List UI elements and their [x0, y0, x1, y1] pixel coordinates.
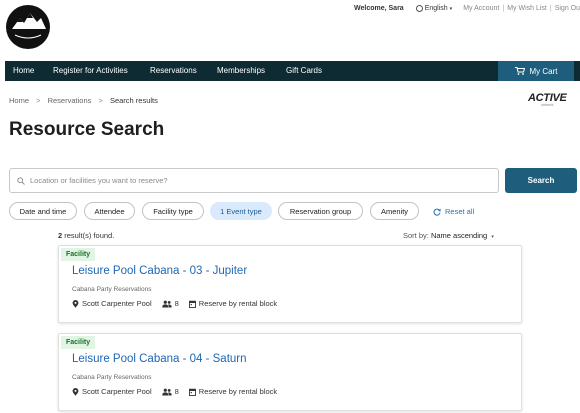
search-icon: [17, 176, 25, 185]
my-wish-list-link[interactable]: My Wish List: [507, 5, 547, 12]
result-title-link[interactable]: Leisure Pool Cabana - 03 - Jupiter: [72, 265, 247, 277]
filter-attendee[interactable]: Attendee: [84, 202, 135, 220]
caret-down-icon: ▾: [491, 234, 494, 240]
people-icon: [161, 388, 172, 395]
filter-amenity[interactable]: Amenity: [370, 202, 419, 220]
main-nav: Home Register for Activities Reservation…: [5, 61, 580, 81]
cart-icon: [514, 67, 525, 75]
my-cart-button[interactable]: My Cart: [498, 61, 574, 81]
calendar-icon: [188, 388, 196, 396]
sort-label: Sort by:: [403, 231, 429, 240]
filter-event-type[interactable]: 1 Event type: [210, 202, 272, 220]
people-icon: [161, 300, 172, 307]
nav-item-home[interactable]: Home: [13, 61, 34, 81]
language-selector[interactable]: English ▾: [415, 5, 453, 12]
language-label: English: [424, 5, 448, 12]
breadcrumb-current: Search results: [109, 96, 158, 105]
result-card: Facility Leisure Pool Cabana - 04 - Satu…: [58, 333, 522, 411]
result-meta: Scott Carpenter Pool 8 Reserve by rental…: [72, 387, 277, 396]
reset-all-label: Reset all: [445, 207, 475, 216]
results-number: 2: [58, 231, 63, 240]
breadcrumb-separator: >: [36, 96, 41, 105]
my-account-link[interactable]: My Account: [463, 5, 499, 12]
result-subtitle: Cabana Party Reservations: [72, 286, 152, 293]
breadcrumb-separator: >: [98, 96, 103, 105]
sort-selector[interactable]: Sort by: Name ascending ▾: [403, 231, 494, 240]
nav-item-gift-cards[interactable]: Gift Cards: [286, 61, 322, 81]
my-cart-label: My Cart: [529, 66, 558, 76]
welcome-text: Welcome, Sara: [354, 5, 404, 12]
city-logo[interactable]: [6, 5, 50, 49]
result-capacity: 8: [174, 299, 179, 308]
result-title-link[interactable]: Leisure Pool Cabana - 04 - Saturn: [72, 353, 247, 365]
results-count: 2 result(s) found.: [58, 231, 114, 240]
sign-out-link[interactable]: Sign Ou: [555, 5, 580, 12]
nav-item-memberships[interactable]: Memberships: [217, 61, 265, 81]
page-title: Resource Search: [9, 119, 165, 140]
result-location: Scott Carpenter Pool: [82, 299, 152, 308]
calendar-icon: [188, 300, 196, 308]
filter-date-and-time[interactable]: Date and time: [9, 202, 77, 220]
mountain-logo-icon: [12, 13, 46, 39]
reset-all-button[interactable]: Reset all: [433, 207, 474, 216]
top-bar: Welcome, Sara English ▾ My Account | My …: [0, 0, 580, 60]
divider: |: [549, 5, 552, 12]
filter-facility-type[interactable]: Facility type: [142, 202, 204, 220]
result-reserve-type: Reserve by rental block: [198, 299, 278, 308]
result-reserve-type: Reserve by rental block: [198, 387, 278, 396]
nav-item-reservations[interactable]: Reservations: [150, 61, 197, 81]
facility-tag: Facility: [61, 336, 96, 349]
search-box[interactable]: [9, 168, 499, 193]
utility-links: Welcome, Sara English ▾ My Account | My …: [354, 5, 580, 12]
active-network-logo: ACTIVE network: [528, 92, 567, 107]
caret-down-icon: ▾: [449, 5, 453, 12]
results-suffix: result(s) found.: [64, 231, 115, 240]
divider: |: [502, 5, 505, 12]
result-card: Facility Leisure Pool Cabana - 03 - Jupi…: [58, 245, 522, 323]
facility-tag: Facility: [61, 248, 96, 261]
refresh-icon: [433, 208, 441, 216]
result-subtitle: Cabana Party Reservations: [72, 374, 152, 381]
search-input[interactable]: [30, 176, 480, 185]
breadcrumb: Home > Reservations > Search results: [9, 96, 158, 105]
globe-icon: [415, 5, 423, 12]
location-pin-icon: [72, 387, 79, 396]
search-button[interactable]: Search: [505, 168, 577, 193]
breadcrumb-reservations[interactable]: Reservations: [48, 96, 92, 105]
result-capacity: 8: [174, 387, 179, 396]
result-meta: Scott Carpenter Pool 8 Reserve by rental…: [72, 299, 277, 308]
breadcrumb-home[interactable]: Home: [9, 96, 29, 105]
nav-item-register-for-activities[interactable]: Register for Activities: [53, 61, 128, 81]
sort-value: Name ascending: [430, 231, 488, 240]
result-location: Scott Carpenter Pool: [82, 387, 152, 396]
filter-reservation-group[interactable]: Reservation group: [278, 202, 363, 220]
location-pin-icon: [72, 299, 79, 308]
